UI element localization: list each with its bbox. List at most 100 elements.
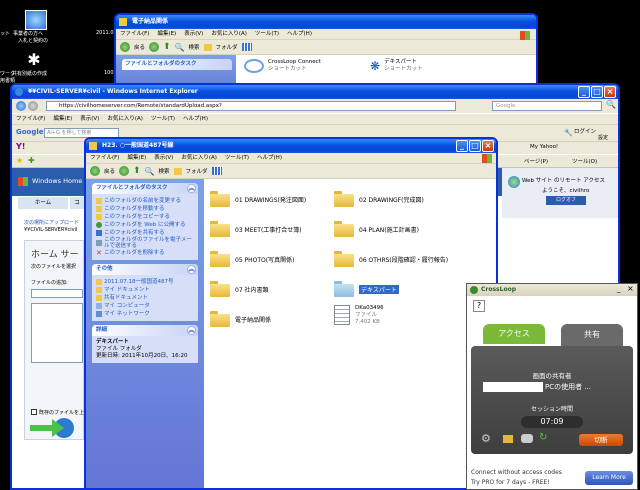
task-publish[interactable]: このフォルダを Web に公開する: [96, 221, 194, 229]
task-copy[interactable]: このフォルダをコピーする: [96, 213, 194, 221]
forward-arrow-icon[interactable]: [28, 101, 38, 111]
menu-edit[interactable]: 編集(E): [53, 114, 72, 124]
forward-arrow-icon[interactable]: [149, 42, 160, 52]
search-box[interactable]: Google: [492, 101, 602, 111]
wrench-icon[interactable]: 🔧: [564, 129, 573, 137]
back-arrow-icon[interactable]: [16, 101, 26, 111]
menu-help[interactable]: ヘルプ(H): [257, 153, 282, 163]
task-rename[interactable]: このフォルダの名前を変更する: [96, 197, 194, 205]
refresh-icon[interactable]: ↻: [539, 432, 547, 443]
minimize-button[interactable]: _: [617, 285, 621, 293]
forward-arrow-icon[interactable]: [119, 166, 130, 176]
desktop-icon-1[interactable]: [25, 10, 47, 30]
task-move[interactable]: このフォルダを移動する: [96, 205, 194, 213]
menu-view[interactable]: 表示(V): [154, 153, 173, 163]
explorer-titlebar[interactable]: H23. ○一般国道487号線 _ □ ×: [86, 139, 496, 153]
minimize-button[interactable]: _: [456, 140, 468, 152]
collapse-chevron-icon[interactable]: ︽: [187, 184, 196, 193]
menu-favorites[interactable]: お気に入り(A): [211, 29, 247, 39]
upload-arrow-icon[interactable]: [28, 417, 74, 439]
menu-file[interactable]: ファイル(F): [16, 114, 45, 124]
menu-tools[interactable]: ツール(T): [151, 114, 175, 124]
close-button[interactable]: ×: [482, 140, 494, 152]
menu-tools[interactable]: ツール(T): [255, 29, 279, 39]
folder-transfer-icon[interactable]: [503, 435, 513, 443]
desktop-icon-gear[interactable]: ✱: [26, 52, 42, 68]
tab-access[interactable]: アクセス: [483, 324, 545, 344]
menu-view[interactable]: 表示(V): [80, 114, 99, 124]
folders-button[interactable]: フォルダ: [216, 43, 238, 51]
maximize-button[interactable]: □: [591, 86, 603, 98]
other-places-header[interactable]: その他 ︽: [92, 264, 198, 275]
search-icon[interactable]: 🔍: [606, 100, 616, 109]
help-icon[interactable]: ?: [473, 300, 485, 312]
folders-icon[interactable]: [173, 167, 182, 175]
place-parent-folder[interactable]: 2011.07.18一般国道487号: [96, 278, 194, 286]
close-button[interactable]: ×: [604, 86, 616, 98]
folders-icon[interactable]: [203, 43, 212, 51]
close-button[interactable]: ×: [627, 284, 634, 293]
back-task-header[interactable]: ファイルとフォルダのタスク: [122, 59, 232, 70]
whs-tab-computers[interactable]: コ: [70, 197, 84, 209]
search-button[interactable]: 検索: [189, 43, 200, 51]
menu-favorites[interactable]: お気に入り(A): [181, 153, 217, 163]
crossloop-shortcut[interactable]: CrossLoop Connect ショートカット: [244, 59, 321, 73]
menu-file[interactable]: ファイル(F): [120, 29, 149, 39]
folder-item[interactable]: 電子納品関係: [210, 311, 271, 327]
folder-item[interactable]: 02 DRAWINGF(完成図): [334, 191, 424, 207]
logoff-button[interactable]: ログオフ: [546, 196, 586, 205]
favorites-star-icon[interactable]: ★: [16, 156, 23, 165]
menu-edit[interactable]: 編集(E): [127, 153, 146, 163]
overwrite-checkbox[interactable]: [31, 409, 37, 415]
menu-edit[interactable]: 編集(E): [157, 29, 176, 39]
folder-item[interactable]: 05 PHOTO(写真関係): [210, 251, 294, 267]
ie-titlebar[interactable]: ¥¥CIVIL-SERVER¥civil - Windows Internet …: [12, 85, 618, 99]
crossloop-window[interactable]: CrossLoop _ × ? アクセス 共有 画面の共有者 PCの使用者 ..…: [466, 283, 638, 490]
chat-icon[interactable]: [521, 434, 533, 443]
place-my-documents[interactable]: マイ ドキュメント: [96, 286, 194, 294]
explorer-window[interactable]: H23. ○一般国道487号線 _ □ × ファイル(F) 編集(E) 表示(V…: [84, 137, 498, 490]
task-delete[interactable]: ✕ このフォルダを削除する: [96, 249, 194, 257]
menu-tools[interactable]: ツール(T): [225, 153, 249, 163]
address-bar[interactable]: https://civilhomeserver.com/Remote/stand…: [46, 101, 456, 111]
menu-help[interactable]: ヘルプ(H): [183, 114, 208, 124]
back-arrow-icon[interactable]: [120, 42, 130, 52]
folder-item[interactable]: 03 MEET(工事打合せ簿): [210, 221, 302, 237]
up-folder-icon[interactable]: ⬆: [133, 166, 141, 176]
back-button[interactable]: 戻る: [104, 167, 115, 175]
search-icon[interactable]: 🔍: [145, 167, 155, 176]
whs-tab-home[interactable]: ホーム: [18, 197, 68, 209]
file-tasks-header[interactable]: ファイルとフォルダのタスク ︽: [92, 183, 198, 194]
collapse-chevron-icon[interactable]: ︽: [187, 265, 196, 274]
page-menu[interactable]: ページ(P): [524, 157, 548, 165]
back-arrow-icon[interactable]: [90, 166, 100, 176]
yahoo-link[interactable]: My Yahoo!: [530, 144, 558, 150]
folder-item[interactable]: 04 PLAN(施工計画書): [334, 221, 419, 237]
task-share[interactable]: このフォルダを共有する: [96, 229, 194, 237]
disconnect-button[interactable]: 切断: [579, 434, 623, 446]
minimize-button[interactable]: _: [578, 86, 590, 98]
menu-file[interactable]: ファイル(F): [90, 153, 119, 163]
dekispart-shortcut[interactable]: ❋ デキスパート ショートカット: [370, 59, 423, 73]
file-item[interactable]: DKa03496 ファイル 7,402 KB: [334, 305, 384, 326]
crossloop-titlebar[interactable]: CrossLoop _ ×: [467, 284, 637, 296]
file-input[interactable]: [31, 289, 83, 298]
task-email[interactable]: このフォルダのファイルを電子メールで送信する: [96, 237, 194, 249]
place-shared-documents[interactable]: 共有ドキュメント: [96, 294, 194, 302]
learn-more-button[interactable]: Learn More: [585, 471, 633, 485]
views-icon[interactable]: [211, 167, 222, 175]
back-window-titlebar[interactable]: 電子納品関係: [116, 15, 536, 29]
add-favorites-icon[interactable]: ✚: [28, 156, 35, 165]
menu-view[interactable]: 表示(V): [184, 29, 203, 39]
tab-share[interactable]: 共有: [561, 324, 623, 346]
place-my-network[interactable]: マイ ネットワーク: [96, 310, 194, 318]
tools-menu[interactable]: ツール(O): [572, 157, 597, 165]
file-list-box[interactable]: [31, 303, 83, 363]
collapse-chevron-icon[interactable]: ︽: [187, 326, 196, 335]
back-explorer-window[interactable]: 電子納品関係 ファイル(F) 編集(E) 表示(V) お気に入り(A) ツール(…: [114, 13, 538, 93]
login-link[interactable]: ログイン: [574, 127, 596, 135]
details-header[interactable]: 詳細 ︽: [92, 325, 198, 336]
gear-icon[interactable]: ⚙: [481, 432, 491, 445]
settings-link[interactable]: 設定: [598, 134, 608, 141]
up-folder-icon[interactable]: ⬆: [163, 42, 171, 52]
